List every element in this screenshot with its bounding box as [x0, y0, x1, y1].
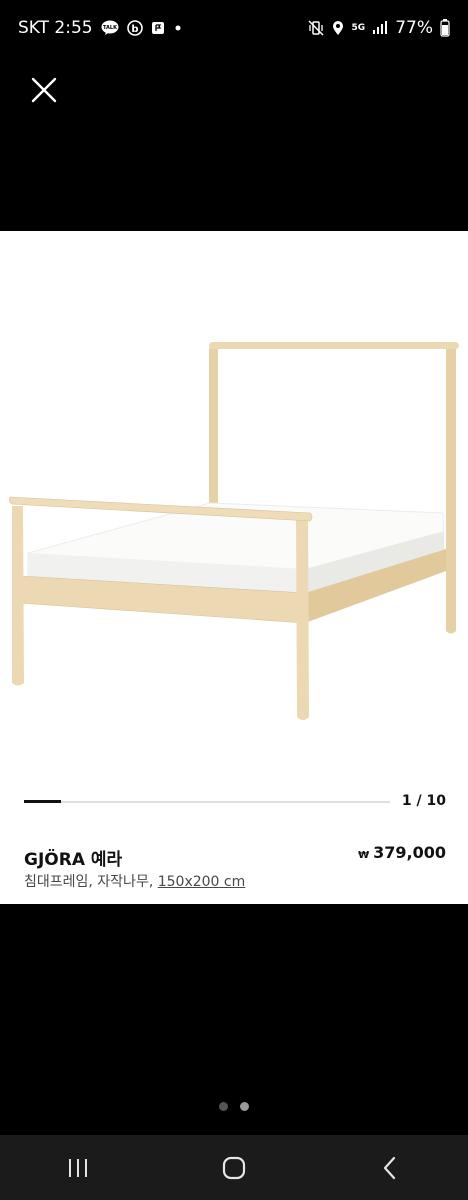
- currency-symbol: ₩: [358, 850, 370, 861]
- page-indicator: 1 / 10: [401, 793, 446, 809]
- product-image[interactable]: [0, 231, 468, 771]
- pager-dots: [0, 1102, 468, 1111]
- svg-text:TALK: TALK: [103, 25, 118, 31]
- pager-dot-active[interactable]: [240, 1102, 249, 1111]
- mute-vibrate-icon: [308, 20, 324, 36]
- size-link[interactable]: 150x200 cm: [158, 874, 246, 890]
- network-type-label: 5G: [351, 23, 366, 33]
- navigation-bar: [0, 1135, 468, 1200]
- recents-icon: [69, 1158, 87, 1177]
- home-icon: [222, 1156, 246, 1179]
- carrier-time: SKT 2:55: [18, 18, 93, 38]
- location-icon: [331, 20, 345, 36]
- pager-dot[interactable]: [219, 1102, 228, 1111]
- flag-icon: [151, 21, 165, 35]
- battery-percent: 77%: [395, 18, 433, 38]
- close-icon: [31, 77, 57, 103]
- home-button[interactable]: [204, 1143, 264, 1193]
- talk-icon: TALK: [101, 20, 119, 36]
- product-description: 침대프레임, 자작나무, 150x200 cm: [24, 871, 245, 891]
- back-button[interactable]: [360, 1143, 420, 1193]
- battery-icon: [440, 19, 450, 37]
- product-name: GJÖRA 예라: [24, 850, 123, 870]
- dot-icon: [173, 23, 183, 33]
- gallery-progress-track: [24, 800, 390, 803]
- gallery-progress-fill: [24, 800, 61, 803]
- 5g-icon: 5G: [352, 23, 366, 33]
- b-app-icon: b: [126, 20, 143, 36]
- close-button[interactable]: [26, 72, 62, 108]
- signal-icon: [372, 21, 388, 35]
- status-bar: SKT 2:55 TALK b 5G 77%: [0, 0, 468, 56]
- recents-button[interactable]: [48, 1143, 108, 1193]
- back-icon: [383, 1156, 396, 1179]
- product-price: ₩ 379,000: [358, 843, 446, 862]
- product-card: 1 / 10 GJÖRA 예라 ₩ 379,000 침대프레임, 자작나무, 1…: [0, 231, 468, 904]
- description-text: 침대프레임, 자작나무,: [24, 874, 158, 890]
- price-value: 379,000: [373, 843, 446, 862]
- svg-text:b: b: [131, 24, 138, 35]
